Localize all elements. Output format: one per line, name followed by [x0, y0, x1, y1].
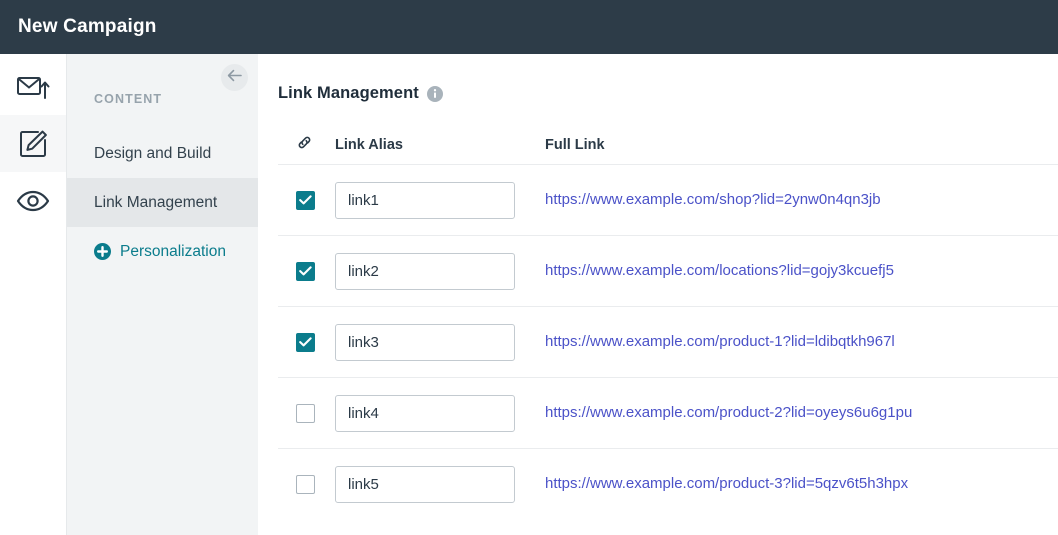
info-icon[interactable]: [426, 85, 443, 102]
row-check-cell: [278, 332, 335, 352]
full-link-anchor[interactable]: https://www.example.com/locations?lid=go…: [545, 262, 894, 279]
eye-icon: [16, 189, 50, 213]
link-alias-input[interactable]: [335, 323, 515, 361]
row-alias-cell: [335, 323, 545, 361]
link-alias-input[interactable]: [335, 252, 515, 290]
table-row: https://www.example.com/shop?lid=2ynw0n4…: [278, 164, 1058, 235]
sidebar-item-label: Design and Build: [94, 144, 212, 162]
row-alias-cell: [335, 181, 545, 219]
icon-rail: [0, 54, 67, 535]
sidebar-item-label: Personalization: [120, 242, 226, 260]
row-checkbox[interactable]: [296, 332, 315, 352]
row-check-cell: [278, 403, 335, 423]
row-link-cell: https://www.example.com/product-2?lid=oy…: [545, 404, 1058, 422]
row-checkbox[interactable]: [296, 403, 315, 423]
row-checkbox[interactable]: [296, 261, 315, 281]
row-alias-cell: [335, 394, 545, 432]
table-header-check-cell: [278, 134, 335, 156]
link-alias-input[interactable]: [335, 181, 515, 219]
link-alias-input[interactable]: [335, 465, 515, 503]
row-link-cell: https://www.example.com/locations?lid=go…: [545, 262, 1058, 280]
edit-square-icon: [18, 129, 48, 159]
main-header: Link Management: [258, 54, 1058, 103]
sidebar-item-design-and-build[interactable]: Design and Build: [67, 129, 258, 178]
row-checkbox[interactable]: [296, 190, 315, 210]
row-alias-cell: [335, 465, 545, 503]
row-link-cell: https://www.example.com/product-3?lid=5q…: [545, 475, 1058, 493]
rail-item-preview[interactable]: [0, 172, 66, 229]
table-header-alias: Link Alias: [335, 137, 403, 153]
app-body: CONTENT Design and Build Link Management…: [0, 54, 1058, 535]
chain-link-icon: [296, 134, 313, 156]
table-row: https://www.example.com/product-3?lid=5q…: [278, 448, 1058, 519]
main-content: Link Management Link Alias Full Link lin…: [258, 54, 1058, 535]
table-header-row: Link Alias Full Link: [278, 132, 1058, 164]
row-alias-cell: [335, 252, 545, 290]
rail-item-send[interactable]: [0, 58, 66, 115]
table-row: https://www.example.com/product-1?lid=ld…: [278, 306, 1058, 377]
row-check-cell: [278, 190, 335, 210]
row-link-cell: https://www.example.com/shop?lid=2ynw0n4…: [545, 191, 1058, 209]
collapse-sidebar-button[interactable]: [221, 64, 248, 91]
section-title: Link Management: [278, 84, 419, 102]
full-link-anchor[interactable]: https://www.example.com/product-3?lid=5q…: [545, 475, 908, 492]
check-icon: [299, 337, 312, 347]
full-link-anchor[interactable]: https://www.example.com/product-1?lid=ld…: [545, 333, 895, 350]
top-bar: New Campaign: [0, 0, 1058, 54]
full-link-anchor[interactable]: https://www.example.com/shop?lid=2ynw0n4…: [545, 191, 881, 208]
check-icon: [299, 266, 312, 276]
plus-circle-icon: [94, 243, 111, 260]
sidebar-item-link-management[interactable]: Link Management: [67, 178, 258, 227]
row-check-cell: [278, 261, 335, 281]
table-row: https://www.example.com/product-2?lid=oy…: [278, 377, 1058, 448]
rail-item-design[interactable]: [0, 115, 66, 172]
table-row: https://www.example.com/locations?lid=go…: [278, 235, 1058, 306]
sidebar-section-heading: CONTENT: [94, 92, 163, 106]
page-title: New Campaign: [18, 16, 157, 37]
sidebar-item-label: Link Management: [94, 193, 218, 211]
row-check-cell: [278, 474, 335, 494]
link-table: Link Alias Full Link https://www.example…: [258, 132, 1058, 519]
check-icon: [299, 195, 312, 205]
link-alias-input[interactable]: [335, 394, 515, 432]
arrow-left-icon: [227, 69, 242, 87]
content-sidebar: CONTENT Design and Build Link Management…: [67, 54, 258, 535]
envelope-up-icon: [16, 72, 50, 102]
row-checkbox[interactable]: [296, 474, 315, 494]
sidebar-item-personalization[interactable]: Personalization: [67, 227, 258, 276]
table-body: https://www.example.com/shop?lid=2ynw0n4…: [278, 164, 1058, 519]
app-window: New Campaign CONTENT Design and Build Li…: [0, 0, 1058, 535]
full-link-anchor[interactable]: https://www.example.com/product-2?lid=oy…: [545, 404, 912, 421]
table-header-full-link: Full Link: [545, 137, 605, 153]
row-link-cell: https://www.example.com/product-1?lid=ld…: [545, 333, 1058, 351]
